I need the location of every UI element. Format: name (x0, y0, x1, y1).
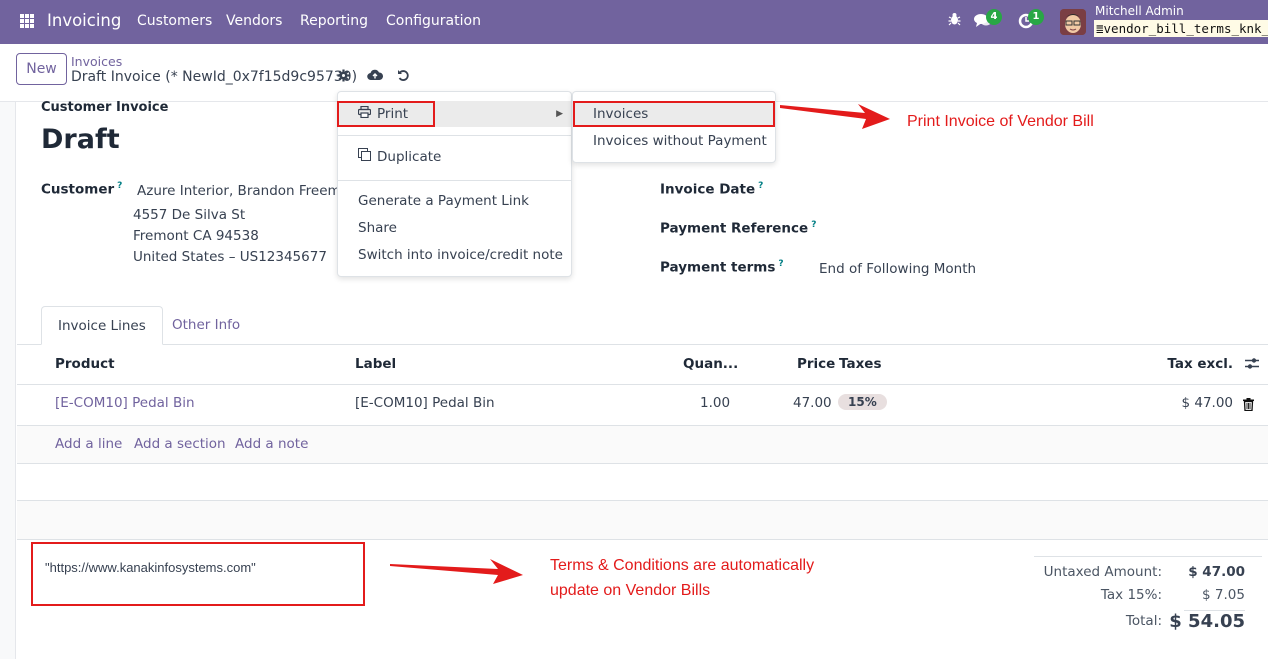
terms-annotation-line-1: Terms & Conditions are automatically (550, 557, 815, 574)
address-line-3: United States – US12345677 (133, 249, 327, 265)
payment-reference-label-text: Payment Reference (660, 220, 809, 237)
menu-configuration[interactable]: Configuration (386, 13, 481, 29)
divider (17, 463, 1268, 464)
menu-item-generate-payment-link[interactable]: Generate a Payment Link (338, 188, 571, 214)
divider (17, 384, 1268, 385)
user-name[interactable]: Mitchell Admin (1095, 4, 1184, 18)
untaxed-amount-label: Untaxed Amount: (1043, 564, 1162, 580)
untaxed-amount-value: $ 47.00 (1188, 564, 1245, 580)
new-button[interactable]: New (16, 53, 67, 85)
invoice-date-label: Invoice Date? (660, 181, 763, 198)
line-quantity[interactable]: 1.00 (700, 395, 730, 411)
line-label[interactable]: [E-COM10] Pedal Bin (355, 395, 495, 411)
customer-label: Customer? (41, 181, 122, 198)
terms-and-conditions-field[interactable]: "https://www.kanakinfosystems.com" (45, 560, 256, 575)
add-note-link[interactable]: Add a note (235, 436, 308, 452)
menu-customers[interactable]: Customers (137, 13, 212, 29)
app-name[interactable]: Invoicing (47, 11, 121, 30)
print-highlight-box (337, 101, 435, 127)
database-icon: ≣ (1096, 21, 1104, 36)
notebook-tabs: Invoice Lines Other Info (17, 306, 1268, 345)
database-name: ≣vendor_bill_terms_knk_ (1094, 20, 1268, 37)
print-annotation-arrow-icon (780, 104, 890, 129)
header-taxes[interactable]: Taxes (839, 356, 881, 372)
divider (338, 180, 571, 181)
activities-count-badge: 1 (1028, 9, 1044, 25)
address-line-1: 4557 De Silva St (133, 207, 246, 223)
add-section-link[interactable]: Add a section (134, 436, 226, 452)
menu-item-switch-invoice-credit-note[interactable]: Switch into invoice/credit note (338, 242, 571, 268)
payment-terms-label: Payment terms? (660, 259, 784, 276)
help-icon[interactable]: ? (778, 259, 783, 269)
tax-label: Tax 15%: (1100, 587, 1162, 603)
line-product[interactable]: [E-COM10] Pedal Bin (55, 395, 195, 411)
address-line-2: Fremont CA 94538 (133, 228, 259, 244)
header-price[interactable]: Price (797, 356, 835, 372)
menu-vendors[interactable]: Vendors (226, 13, 282, 29)
empty-row (17, 501, 1268, 539)
terms-annotation-line-2: update on Vendor Bills (550, 582, 711, 599)
payment-reference-label: Payment Reference? (660, 220, 816, 237)
apps-menu-icon[interactable] (20, 14, 34, 28)
top-navbar: Invoicing Customers Vendors Reporting Co… (0, 0, 1268, 44)
breadcrumb-invoices[interactable]: Invoices (71, 54, 122, 69)
help-icon[interactable]: ? (117, 181, 122, 191)
discard-undo-icon[interactable] (397, 69, 410, 86)
debug-bug-icon[interactable] (948, 12, 961, 30)
line-subtotal: $ 47.00 (1181, 395, 1233, 411)
header-quantity[interactable]: Quan... (683, 356, 738, 372)
invoice-state-title: Draft (41, 124, 120, 155)
tab-other-info[interactable]: Other Info (156, 306, 256, 345)
terms-annotation-arrow-icon (390, 559, 523, 584)
invoices-highlight-box (573, 101, 775, 127)
header-tax-excl[interactable]: Tax excl. (1167, 356, 1233, 372)
payment-terms-label-text: Payment terms (660, 259, 776, 276)
divider (338, 135, 571, 136)
add-line-link[interactable]: Add a line (55, 436, 122, 452)
tax-tag[interactable]: 15% (838, 394, 887, 410)
caret-right-icon: ▶ (556, 109, 563, 119)
duplicate-label: Duplicate (377, 149, 442, 165)
move-type-label: Customer Invoice (41, 100, 169, 115)
total-label: Total: (1125, 613, 1162, 629)
customer-label-text: Customer (41, 181, 115, 198)
messages-count-badge: 4 (986, 9, 1002, 25)
breadcrumb-current: Draft Invoice (* NewId_0x7f15d9c95730) (71, 69, 358, 85)
menu-item-share[interactable]: Share (338, 215, 571, 241)
invoice-date-label-text: Invoice Date (660, 181, 756, 198)
line-price[interactable]: 47.00 (793, 395, 832, 411)
optional-columns-toggle-icon[interactable] (1245, 357, 1259, 374)
database-label: vendor_bill_terms_knk_ (1103, 21, 1268, 36)
totals-divider (1034, 556, 1262, 557)
menu-reporting[interactable]: Reporting (300, 13, 368, 29)
tax-value: $ 7.05 (1202, 587, 1245, 603)
help-icon[interactable]: ? (811, 220, 816, 230)
save-cloud-upload-icon[interactable] (367, 69, 384, 85)
submenu-item-invoices-without-payment[interactable]: Invoices without Payment (573, 128, 775, 154)
header-product[interactable]: Product (55, 356, 115, 372)
duplicate-icon (358, 144, 371, 170)
tab-invoice-lines[interactable]: Invoice Lines (41, 306, 163, 345)
menu-item-duplicate[interactable]: Duplicate (338, 144, 571, 170)
total-value: $ 54.05 (1169, 611, 1245, 632)
help-icon[interactable]: ? (758, 181, 763, 191)
trash-delete-icon[interactable] (1243, 398, 1254, 415)
payment-terms-field[interactable]: End of Following Month (819, 261, 976, 277)
gear-icon[interactable] (337, 69, 350, 86)
left-gutter (0, 102, 16, 659)
customer-field[interactable]: Azure Interior, Brandon Freeman (137, 183, 358, 199)
header-label[interactable]: Label (355, 356, 396, 372)
user-avatar[interactable] (1060, 9, 1086, 35)
print-annotation-text: Print Invoice of Vendor Bill (907, 113, 1094, 130)
divider (17, 539, 1268, 540)
